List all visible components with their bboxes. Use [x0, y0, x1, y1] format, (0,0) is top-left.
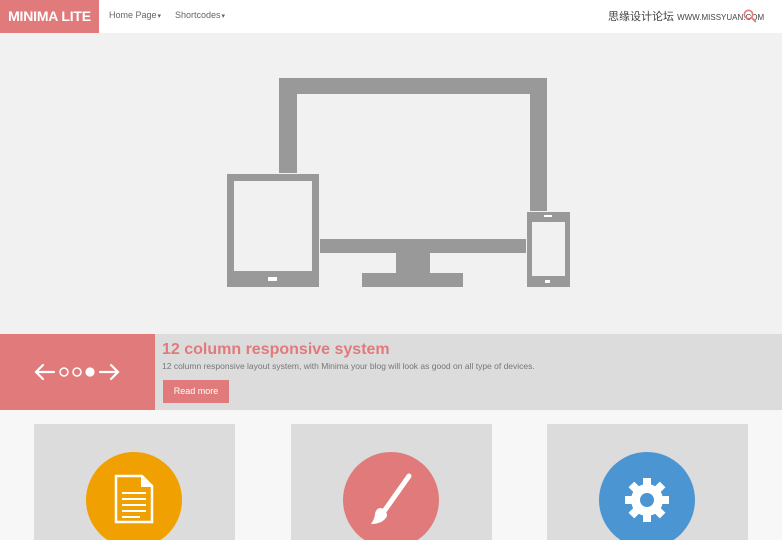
paintbrush-icon [371, 473, 412, 524]
read-more-button[interactable]: Read more [163, 380, 229, 403]
arrow-right-icon[interactable] [98, 363, 120, 381]
feature-card-2 [291, 424, 492, 540]
slide-description: 12 column responsive layout system, with… [162, 361, 535, 371]
phone-icon [526, 211, 572, 289]
slide-navigation [0, 334, 155, 410]
arrow-left-icon[interactable] [34, 363, 56, 381]
feature-circle-1 [86, 452, 182, 540]
hero-slider [0, 33, 782, 334]
feature-card-3 [547, 424, 748, 540]
slide-dot-2[interactable] [72, 367, 82, 377]
nav-shortcodes-label: Shortcodes [175, 10, 221, 20]
watermark-cn: 思缘设计论坛 [608, 11, 674, 23]
chevron-down-icon: ▾ [157, 13, 162, 20]
search-icon[interactable] [743, 9, 757, 23]
nav-home-page-label: Home Page [109, 10, 157, 20]
chevron-down-icon: ▾ [221, 13, 226, 20]
document-icon [114, 474, 154, 524]
slide-controls [34, 363, 120, 381]
slide-caption-bar: 12 column responsive system 12 column re… [0, 334, 782, 410]
site-logo[interactable]: MINIMA LITE [0, 0, 99, 33]
slide-dot-1[interactable] [59, 367, 69, 377]
devices-illustration [227, 78, 572, 289]
tablet-icon [227, 173, 320, 288]
slide-dot-3-active[interactable] [85, 367, 95, 377]
slide-title: 12 column responsive system [162, 341, 390, 358]
gear-icon [625, 478, 669, 522]
nav-shortcodes[interactable]: Shortcodes▾ [175, 0, 225, 33]
site-header: MINIMA LITE Home Page▾ Shortcodes▾ 思缘设计论… [0, 0, 782, 33]
watermark: 思缘设计论坛 WWW.MISSYUAN.COM [608, 8, 764, 24]
feature-circle-2 [343, 452, 439, 540]
nav-home-page[interactable]: Home Page▾ [109, 0, 161, 33]
feature-circle-3 [599, 452, 695, 540]
feature-card-1 [34, 424, 235, 540]
